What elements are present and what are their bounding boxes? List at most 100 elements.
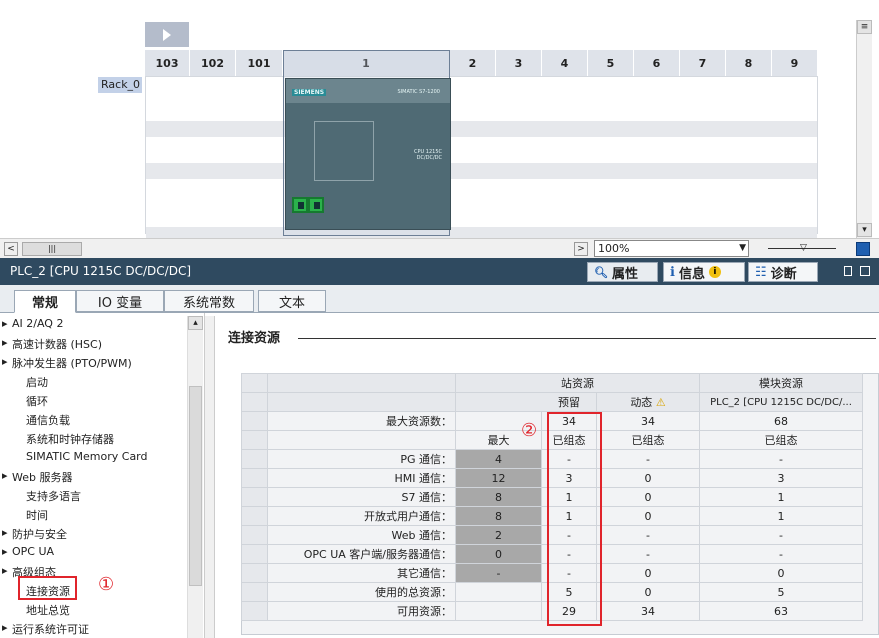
cell: 34 (596, 411, 700, 431)
cell: 3 (699, 468, 863, 488)
tree-item[interactable]: 循环 (26, 393, 48, 409)
cell: 0 (596, 506, 700, 526)
tree-scrollbar[interactable]: ▴ (187, 316, 203, 638)
cell: - (596, 544, 700, 564)
plc-type-label: CPU 1215C DC/DC/DC (414, 149, 442, 161)
zoom-select[interactable]: 100% ▼ (594, 240, 749, 257)
scroll-up-icon[interactable]: ▴ (188, 316, 203, 330)
cell: - (596, 449, 700, 469)
tree-item[interactable]: 高速计数器 (HSC) (2, 336, 102, 352)
zoom-value: 100% (598, 242, 630, 255)
col-header-configured: 已组态 (699, 430, 863, 450)
slot-header: 6 (634, 50, 680, 76)
device-view: 103 102 101 1 2 3 4 5 6 7 8 9 Rack_0 SIE… (0, 0, 879, 243)
tree-item[interactable]: 地址总览 (26, 602, 70, 618)
slot-header: 2 (450, 50, 496, 76)
plc-brand: SIEMENS (292, 89, 327, 96)
cell: 0 (455, 544, 542, 564)
tree-item[interactable]: 运行系统许可证 (2, 621, 89, 637)
cell: 1 (699, 487, 863, 507)
tree-item[interactable]: 支持多语言 (26, 488, 81, 504)
tree-item[interactable]: AI 2/AQ 2 (2, 317, 64, 330)
rack-slots[interactable] (145, 76, 818, 243)
highlight-box (547, 412, 602, 626)
cell: - (596, 525, 700, 545)
slot-header: 4 (542, 50, 588, 76)
scroll-up-icon[interactable]: ≡ (857, 20, 872, 34)
slot-header: 102 (190, 50, 236, 76)
row-label: 可用资源： (267, 601, 456, 621)
row-label: 开放式用户通信： (267, 506, 456, 526)
ethernet-port-icon[interactable] (292, 197, 308, 213)
tree-item[interactable]: 防护与安全 (2, 526, 67, 542)
tree-item[interactable]: 启动 (26, 374, 48, 390)
tab-texts[interactable]: 文本 (258, 290, 326, 312)
cell: 4 (455, 449, 542, 469)
row-label: 其它通信： (267, 563, 456, 583)
cell: 12 (455, 468, 542, 488)
highlight-box (18, 576, 77, 600)
cell: 68 (699, 411, 863, 431)
tree-item[interactable]: 系统和时钟存储器 (26, 431, 114, 447)
ethernet-port-icon[interactable] (308, 197, 324, 213)
slot-header: 103 (145, 50, 190, 76)
chevron-down-icon: ▼ (739, 243, 746, 253)
tab-general[interactable]: 常规 (14, 290, 76, 313)
cell: - (455, 563, 542, 583)
section-title: 连接资源 (228, 331, 281, 346)
diagnostics-icon: ☷ (755, 264, 767, 280)
scroll-thumb[interactable] (189, 386, 202, 586)
tab-properties[interactable]: 🔍︎ 属性 (587, 262, 658, 282)
cell: 8 (455, 487, 542, 507)
header-reserved: 预留 (455, 392, 597, 412)
tree-item[interactable]: 时间 (26, 507, 48, 523)
cell: - (699, 525, 863, 545)
slot-header: 101 (236, 50, 283, 76)
header-module-resources: 模块资源 (699, 373, 863, 393)
slot-header: 9 (772, 50, 818, 76)
zoom-slider-thumb-icon[interactable]: ▽ (800, 243, 807, 253)
expand-button[interactable] (145, 22, 189, 47)
horizontal-scroll-thumb[interactable]: ||| (22, 242, 82, 256)
scroll-down-icon[interactable]: ▾ (857, 223, 872, 237)
tree-item[interactable]: Web 服务器 (2, 469, 73, 485)
device-bottom-bar: < ||| > 100% ▼ ▽ (0, 238, 879, 258)
slot-header: 3 (496, 50, 542, 76)
tab-system-constants[interactable]: 系统常数 (164, 290, 254, 312)
row-label: PG 通信： (267, 449, 456, 469)
warning-icon: ⚠ (655, 396, 666, 409)
cell: 0 (596, 487, 700, 507)
section-divider (298, 338, 876, 339)
cell: 1 (699, 506, 863, 526)
maximize-icon[interactable] (860, 266, 870, 276)
tab-io-tags[interactable]: IO 变量 (76, 290, 164, 312)
play-icon (163, 29, 171, 41)
header-dynamic: 动态 ⚠ (596, 392, 700, 412)
tree-item[interactable]: OPC UA (2, 545, 54, 558)
tab-diagnostics[interactable]: ☷ 诊断 (748, 262, 818, 282)
cell: 2 (455, 525, 542, 545)
tree-item[interactable]: 脉冲发生器 (PTO/PWM) (2, 355, 132, 371)
plc-module[interactable]: SIEMENS SIMATIC S7-1200 CPU 1215C DC/DC/… (285, 78, 451, 230)
tree-item[interactable]: 通信负载 (26, 412, 70, 428)
scroll-right-icon[interactable]: > (574, 242, 588, 256)
cell: 8 (455, 506, 542, 526)
tree-item[interactable]: SIMATIC Memory Card (26, 450, 148, 463)
header-station-resources: 站资源 (455, 373, 700, 393)
row-label: S7 通信： (267, 487, 456, 507)
scroll-left-icon[interactable]: < (4, 242, 18, 256)
splitter[interactable] (205, 316, 215, 638)
cell: 0 (596, 563, 700, 583)
overview-icon[interactable] (856, 242, 870, 256)
row-label: 使用的总资源： (267, 582, 456, 602)
rack-label[interactable]: Rack_0 (98, 77, 142, 93)
restore-icon[interactable] (844, 266, 852, 276)
row-label: HMI 通信： (267, 468, 456, 488)
cell: 0 (699, 563, 863, 583)
row-label: Web 通信： (267, 525, 456, 545)
tab-info[interactable]: ℹ 信息 i (663, 262, 745, 282)
properties-icon: 🔍︎ (594, 265, 608, 279)
marker-2: ② (521, 420, 538, 441)
device-vertical-scrollbar[interactable]: ≡ ▾ (856, 20, 872, 238)
cell: 5 (699, 582, 863, 602)
